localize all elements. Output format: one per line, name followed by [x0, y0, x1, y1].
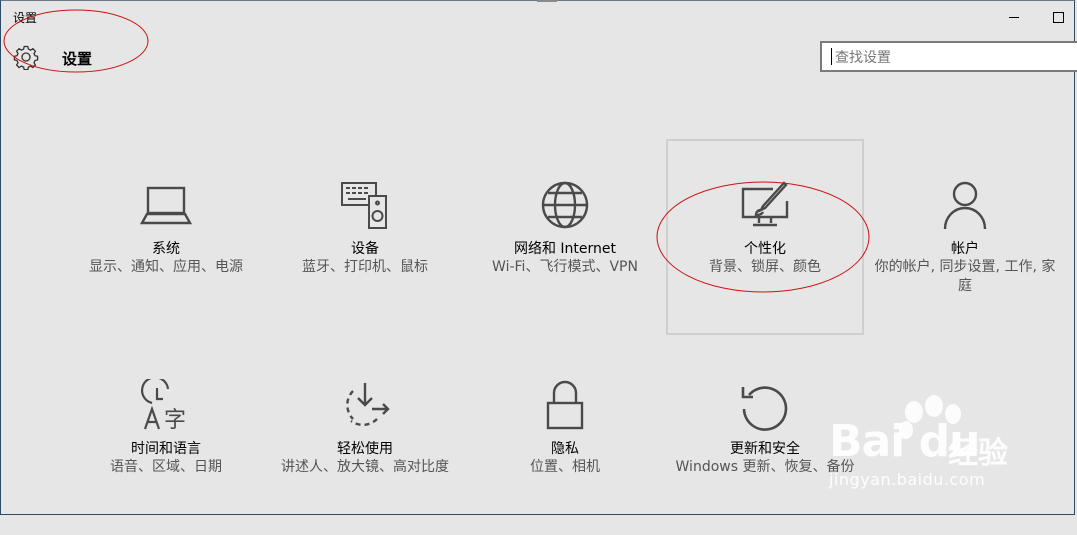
- search-box[interactable]: [820, 41, 1077, 72]
- minimize-button[interactable]: [998, 4, 1030, 30]
- person-icon: [943, 181, 987, 230]
- tile-title: 时间和语言: [131, 441, 201, 457]
- tile-personalization[interactable]: 个性化背景、锁屏、颜色: [666, 139, 864, 335]
- personalization-icon: [741, 181, 789, 227]
- gear-icon: [13, 45, 39, 70]
- tile-description: 讲述人、放大镜、高对比度: [281, 459, 449, 475]
- tile-title: 系统: [152, 241, 180, 257]
- laptop-icon: [140, 186, 192, 225]
- maximize-button[interactable]: [1042, 4, 1074, 30]
- watermark-url: jingyan.baidu.com: [829, 470, 986, 489]
- time-language-icon: 字: [140, 379, 186, 431]
- tile-devices[interactable]: 设备蓝牙、打印机、鼠标: [266, 139, 464, 335]
- search-input[interactable]: [833, 43, 1067, 72]
- tile-title: 网络和 Internet: [513, 241, 617, 257]
- minimize-icon: [1009, 16, 1019, 18]
- tile-title: 帐户: [951, 241, 979, 257]
- tile-person[interactable]: 帐户你的帐户, 同步设置, 工作, 家庭: [866, 139, 1064, 335]
- tile-time-language[interactable]: 字时间和语言语音、区域、日期: [67, 339, 265, 535]
- tile-title: 设备: [351, 241, 379, 257]
- tile-title: 个性化: [744, 241, 786, 257]
- tile-globe[interactable]: 网络和 Internet Wi-Fi、飞行模式、VPN: [466, 139, 664, 335]
- tile-title: 隐私: [551, 441, 579, 457]
- tile-description: Wi-Fi、飞行模式、VPN: [492, 259, 638, 275]
- text-caret: [831, 48, 832, 65]
- tile-title: 轻松使用: [337, 441, 393, 457]
- tile-description: 背景、锁屏、颜色: [709, 259, 821, 275]
- tile-description: 语音、区域、日期: [110, 459, 222, 475]
- tile-description: 蓝牙、打印机、鼠标: [302, 259, 428, 275]
- tile-laptop[interactable]: 系统显示、通知、应用、电源: [67, 139, 265, 335]
- tile-description: 你的帐户, 同步设置, 工作, 家庭: [874, 259, 1056, 294]
- lock-icon: [546, 380, 584, 430]
- update-icon: [741, 386, 788, 431]
- tile-description: 位置、相机: [530, 459, 600, 475]
- window-title: 设置: [13, 11, 38, 25]
- svg-text:字: 字: [164, 408, 186, 431]
- tile-lock[interactable]: 隐私 位置、相机: [466, 339, 664, 535]
- devices-icon: [341, 182, 387, 229]
- tile-description: 显示、通知、应用、电源: [89, 259, 243, 275]
- window-top-handle: [537, 0, 557, 2]
- ease-of-access-icon: [346, 383, 390, 427]
- tile-ease-of-access[interactable]: 轻松使用讲述人、放大镜、高对比度: [266, 339, 464, 535]
- page-title: 设置: [62, 50, 93, 68]
- globe-icon: [541, 181, 589, 229]
- watermark-brand-suffix: 经验: [948, 436, 1008, 471]
- maximize-icon: [1052, 11, 1064, 23]
